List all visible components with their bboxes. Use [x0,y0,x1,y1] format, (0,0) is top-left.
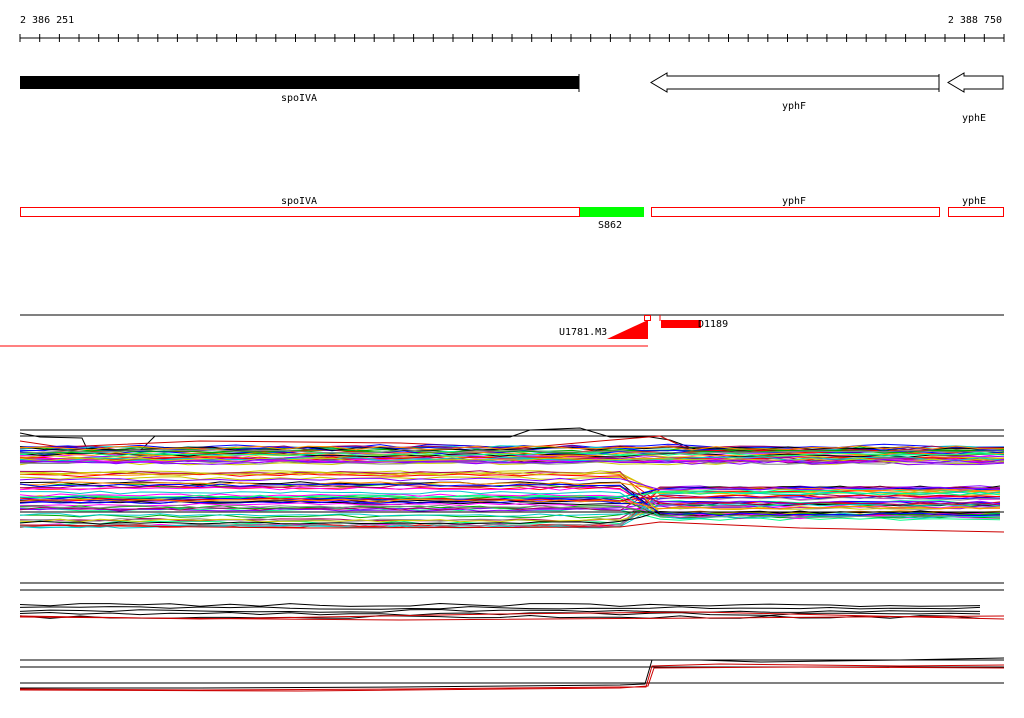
expression-track-summary [19,657,1005,692]
gene-spoIVA-bar[interactable] [20,76,579,89]
ruler-start-label: 2 386 251 [20,15,74,26]
ruler-end-label: 2 388 750 [948,15,1002,26]
ncrna-S862-box[interactable] [580,207,644,217]
gene-track: spoIVA yphF yphE [20,72,1004,124]
transcript-yphF-box[interactable] [651,207,940,217]
upstream-feature-label: U1781.M3 [559,327,607,338]
expression-track-secondary [19,582,1005,621]
downstream-feature-label: D1189 [698,319,728,330]
profile-line [19,606,981,610]
transcript-spoIVA-label: spoIVA [281,196,317,207]
transcript-spoIVA-box[interactable] [20,207,580,217]
profile-line [19,666,1005,692]
upstream-signal-wedge[interactable] [607,320,648,339]
gene-yphE-label: yphE [962,113,986,124]
transcript-yphE-label: yphE [962,196,986,207]
transcript-track: spoIVA S862 yphF yphE [20,196,1004,231]
upstream-marker-box[interactable] [644,315,651,321]
ncrna-S862-label: S862 [598,220,622,231]
feature-track: U1781.M3 D1189 [0,314,1004,347]
transcript-yphF-label: yphF [782,196,806,207]
genome-browser-view: 2 386 251 2 388 750 spoIVA yphF yphE spo… [0,0,1024,714]
profile-line [19,608,981,613]
profile-line [19,602,981,608]
coordinate-ruler: 2 386 251 2 388 750 [19,15,1005,42]
expression-track-main [19,427,1005,533]
gene-yphF-label: yphF [782,101,806,112]
downstream-feature-bar[interactable] [661,320,701,328]
profile-line [19,510,1001,525]
gene-yphE-arrow[interactable] [947,72,1004,93]
transcript-yphE-box[interactable] [948,207,1004,217]
gene-yphF-arrow[interactable] [650,72,940,93]
gene-spoIVA-label: spoIVA [281,93,317,104]
